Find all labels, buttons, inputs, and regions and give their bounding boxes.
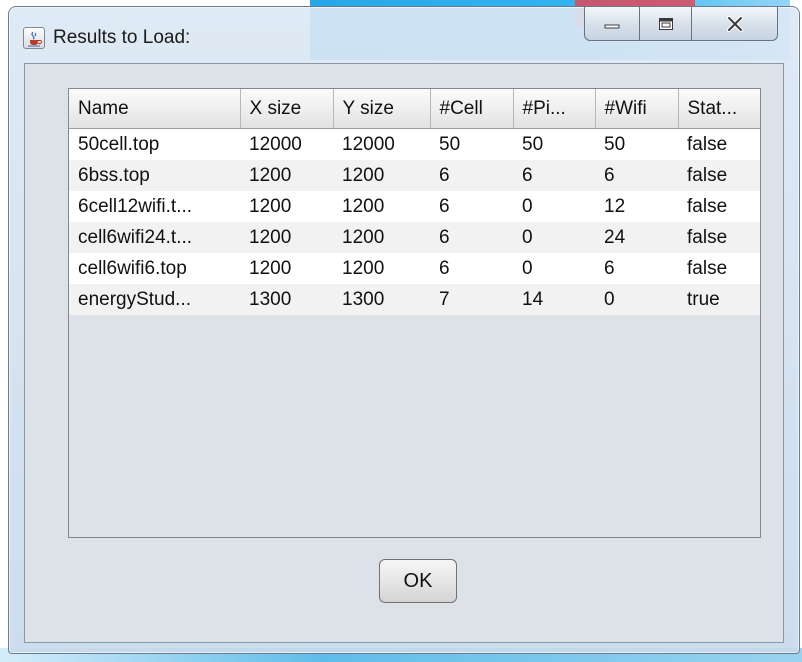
cell-x-size: 12000 [240, 128, 333, 160]
cell-x-size: 1200 [240, 222, 333, 253]
cell-cell: 50 [430, 128, 513, 160]
cell-y-size: 1300 [333, 284, 430, 315]
maximize-icon [658, 17, 673, 30]
table-row[interactable]: energyStud... 1300 1300 7 14 0 true [69, 284, 760, 315]
maximize-button[interactable] [640, 7, 692, 41]
cell-wifi: 24 [595, 222, 678, 253]
table-row[interactable]: cell6wifi6.top 1200 1200 6 0 6 false [69, 253, 760, 284]
cell-pi: 14 [513, 284, 595, 315]
cell-wifi: 50 [595, 128, 678, 160]
cell-wifi: 12 [595, 191, 678, 222]
close-icon [726, 15, 743, 32]
cell-status: false [678, 128, 760, 160]
cell-y-size: 12000 [333, 128, 430, 160]
cell-status: false [678, 253, 760, 284]
cell-name: 6cell12wifi.t... [69, 191, 240, 222]
cell-status: false [678, 191, 760, 222]
cell-pi: 50 [513, 128, 595, 160]
column-header-name[interactable]: Name [69, 89, 241, 129]
cell-wifi: 6 [595, 253, 678, 284]
cell-name: cell6wifi24.t... [69, 222, 240, 253]
cell-y-size: 1200 [333, 160, 430, 191]
minimize-icon [604, 24, 620, 28]
cell-y-size: 1200 [333, 253, 430, 284]
ok-button[interactable]: OK [379, 559, 457, 603]
cell-cell: 6 [430, 222, 513, 253]
cell-status: false [678, 222, 760, 253]
cell-cell: 6 [430, 191, 513, 222]
desktop: Results to Load: Name X size Y size #Cel… [0, 0, 802, 662]
cell-pi: 0 [513, 253, 595, 284]
cell-wifi: 6 [595, 160, 678, 191]
cell-status: true [678, 284, 760, 315]
results-table[interactable]: Name X size Y size #Cell #Pi... #Wifi St… [69, 89, 760, 315]
table-row[interactable]: 6bss.top 1200 1200 6 6 6 false [69, 160, 760, 191]
cell-x-size: 1200 [240, 160, 333, 191]
cell-status: false [678, 160, 760, 191]
window-title: Results to Load: [53, 27, 191, 48]
column-header-pi[interactable]: #Pi... [513, 89, 596, 129]
cell-name: cell6wifi6.top [69, 253, 240, 284]
results-table-scrollpane[interactable]: Name X size Y size #Cell #Pi... #Wifi St… [68, 88, 761, 538]
cell-x-size: 1200 [240, 253, 333, 284]
cell-wifi: 0 [595, 284, 678, 315]
dialog-content: Name X size Y size #Cell #Pi... #Wifi St… [24, 63, 784, 643]
table-header-row: Name X size Y size #Cell #Pi... #Wifi St… [69, 89, 760, 129]
cell-pi: 0 [513, 191, 595, 222]
cell-pi: 6 [513, 160, 595, 191]
cell-cell: 6 [430, 253, 513, 284]
column-header-x-size[interactable]: X size [240, 89, 334, 129]
java-cup-icon[interactable] [23, 27, 45, 49]
cell-y-size: 1200 [333, 222, 430, 253]
minimize-button[interactable] [584, 7, 640, 41]
cell-y-size: 1200 [333, 191, 430, 222]
cell-name: 50cell.top [69, 128, 240, 160]
cell-name: 6bss.top [69, 160, 240, 191]
table-row[interactable]: 50cell.top 12000 12000 50 50 50 false [69, 128, 760, 160]
column-header-wifi[interactable]: #Wifi [595, 89, 679, 129]
column-header-y-size[interactable]: Y size [333, 89, 431, 129]
results-dialog: Results to Load: Name X size Y size #Cel… [8, 6, 800, 654]
cell-x-size: 1300 [240, 284, 333, 315]
column-header-cell[interactable]: #Cell [430, 89, 514, 129]
cell-name: energyStud... [69, 284, 240, 315]
cell-cell: 6 [430, 160, 513, 191]
close-button[interactable] [692, 7, 778, 41]
table-row[interactable]: cell6wifi24.t... 1200 1200 6 0 24 false [69, 222, 760, 253]
column-header-status[interactable]: Stat... [678, 89, 760, 129]
cell-pi: 0 [513, 222, 595, 253]
table-row[interactable]: 6cell12wifi.t... 1200 1200 6 0 12 false [69, 191, 760, 222]
window-controls [584, 7, 778, 43]
cell-x-size: 1200 [240, 191, 333, 222]
cell-cell: 7 [430, 284, 513, 315]
title-bar[interactable]: Results to Load: [9, 7, 799, 63]
